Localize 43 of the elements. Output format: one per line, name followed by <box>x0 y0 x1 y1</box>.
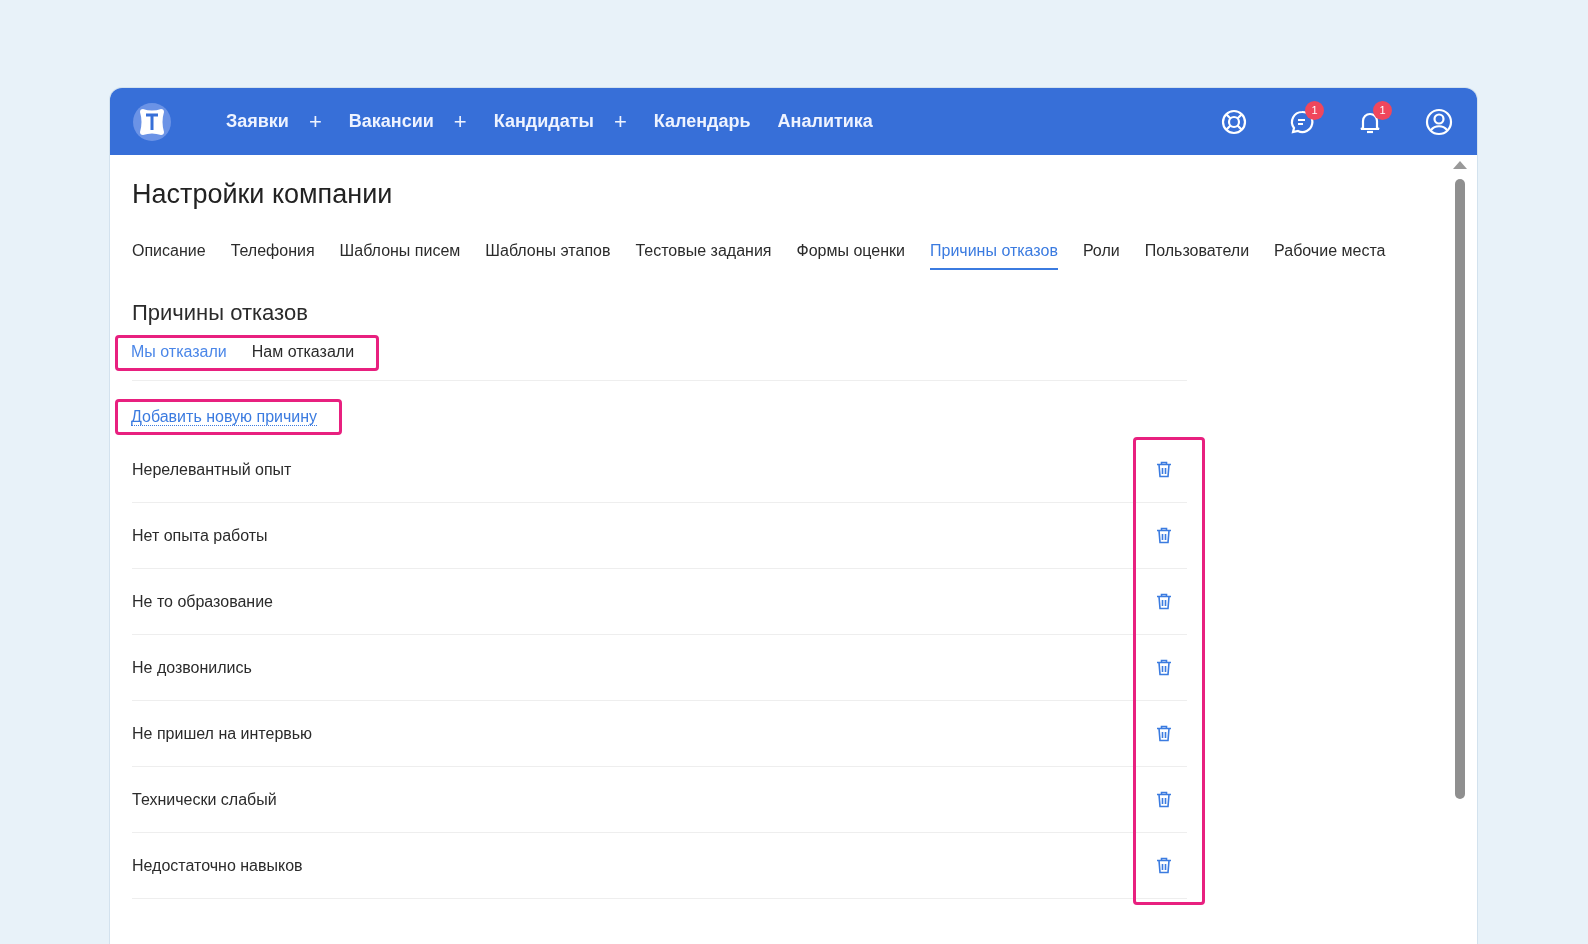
trash-icon[interactable] <box>1156 527 1172 544</box>
profile-icon[interactable] <box>1425 107 1453 136</box>
notification-badge: 1 <box>1373 100 1392 120</box>
subtab[interactable]: Нам отказали <box>251 343 355 361</box>
reason-text: Не пришел на интервью <box>132 724 313 743</box>
add-button[interactable]: + <box>613 110 627 133</box>
nav-link[interactable]: Заявки <box>226 111 289 132</box>
reason-text: Не дозвонились <box>132 658 252 677</box>
reason-text: Нет опыта работы <box>132 526 268 545</box>
settings-tab[interactable]: Шаблоны этапов <box>485 242 611 270</box>
settings-tab[interactable]: Описание <box>132 242 206 270</box>
add-button[interactable]: + <box>308 110 322 133</box>
settings-tab[interactable]: Телефония <box>230 242 315 270</box>
lifebuoy-icon[interactable] <box>1221 108 1247 135</box>
add-button[interactable]: + <box>453 110 467 133</box>
trash-icon[interactable] <box>1156 593 1172 610</box>
settings-tab[interactable]: Причины отказов <box>930 242 1058 270</box>
chat-icon[interactable] <box>1289 108 1315 135</box>
subtab[interactable]: Мы отказали <box>131 343 227 361</box>
trash-icon[interactable] <box>1156 791 1172 808</box>
settings-tab[interactable]: Пользователи <box>1144 242 1250 270</box>
page-title: Настройки компании <box>132 179 394 210</box>
add-reason-link[interactable]: Добавить новую причину <box>131 408 318 426</box>
settings-tab[interactable]: Шаблоны писем <box>339 242 461 270</box>
reason-text: Технически слабый <box>132 790 277 809</box>
settings-tab[interactable]: Тестовые задания <box>635 242 772 270</box>
nav-link[interactable]: Календарь <box>653 111 751 132</box>
logo-icon[interactable] <box>132 101 172 142</box>
nav-link[interactable]: Кандидаты <box>493 111 594 132</box>
reason-text: Нерелевантный опыт <box>132 460 292 479</box>
trash-icon[interactable] <box>1156 725 1172 742</box>
section-title: Причины отказов <box>132 300 309 326</box>
nav-link[interactable]: Вакансии <box>348 111 434 132</box>
trash-icon[interactable] <box>1156 461 1172 478</box>
settings-tab[interactable]: Роли <box>1082 242 1120 270</box>
reason-text: Не то образование <box>132 592 273 611</box>
settings-tab[interactable]: Формы оценки <box>796 242 905 270</box>
trash-icon[interactable] <box>1156 857 1172 874</box>
notification-badge: 1 <box>1305 100 1324 120</box>
trash-icon[interactable] <box>1156 659 1172 676</box>
reason-text: Недостаточно навыков <box>132 856 303 875</box>
nav-link[interactable]: Аналитика <box>777 111 873 132</box>
settings-tab[interactable]: Рабочие места <box>1274 242 1386 270</box>
